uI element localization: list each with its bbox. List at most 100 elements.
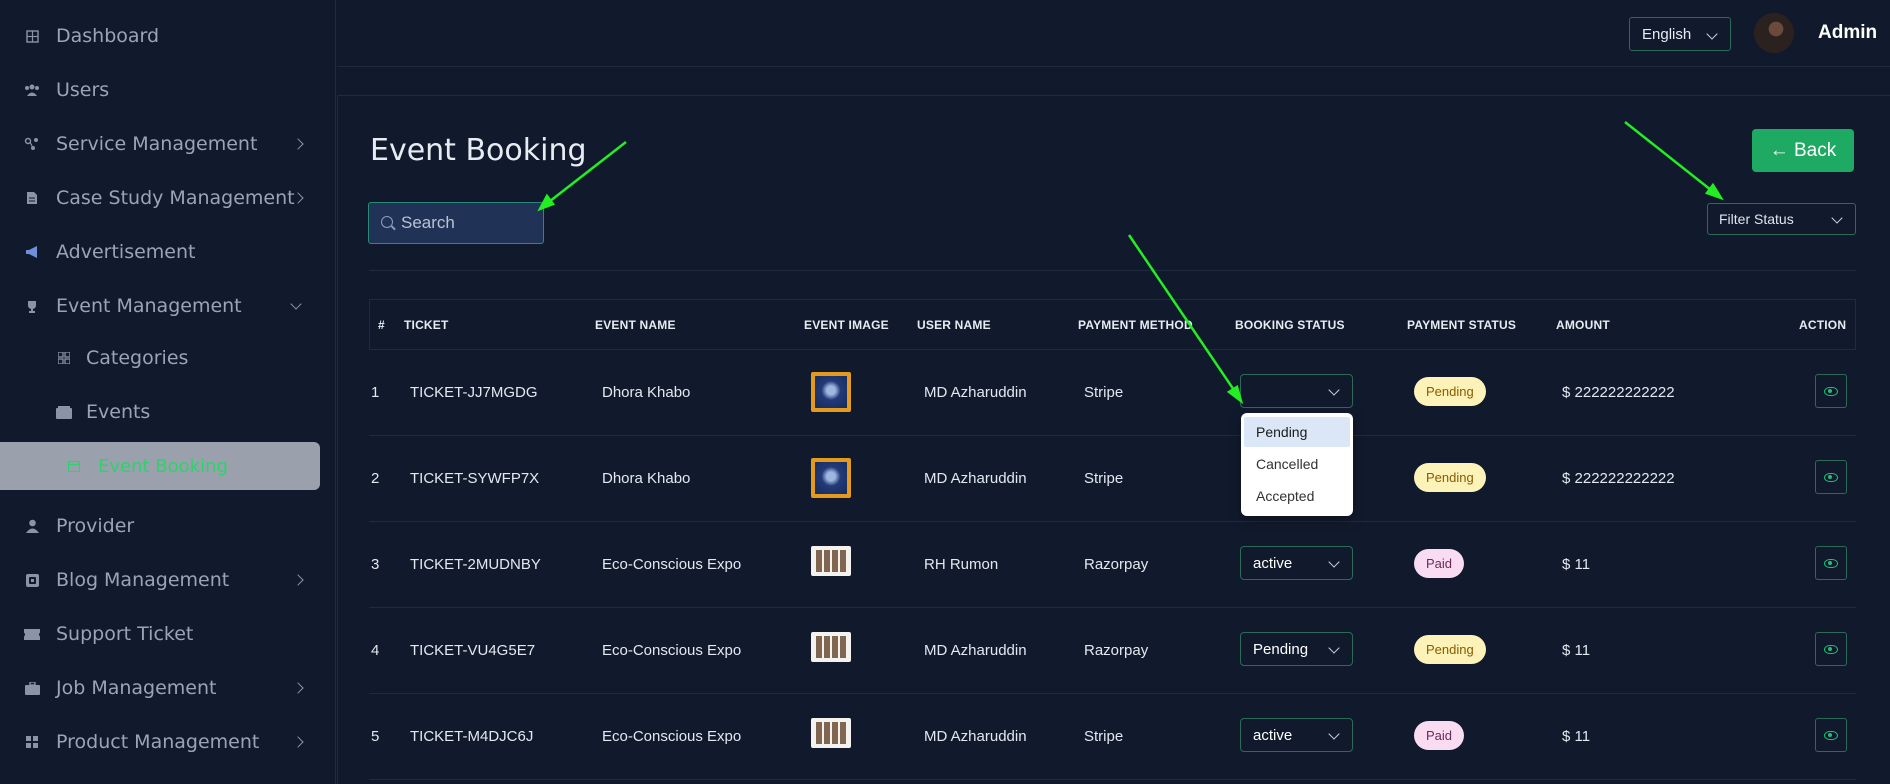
dashboard-icon	[24, 28, 40, 44]
sidebar-item-provider[interactable]: Provider	[0, 502, 336, 550]
language-value: English	[1642, 25, 1692, 43]
sidebar-item-events[interactable]: Events	[0, 388, 336, 436]
sidebar-item-label: Blog Management	[56, 569, 230, 591]
sidebar-item-label: Case Study Management	[56, 187, 295, 209]
sidebar-item-support-ticket[interactable]: Support Ticket	[0, 610, 336, 658]
chevron-right-icon	[292, 574, 304, 586]
sidebar-item-categories[interactable]: Categories	[0, 334, 336, 382]
payment-status-badge: Pending	[1414, 377, 1486, 406]
table-row: 2 TICKET-SYWFP7X Dhora Khabo MD Azharudd…	[369, 436, 1856, 522]
chevron-down-icon	[290, 298, 302, 310]
amount: $ 11	[1562, 728, 1591, 745]
sidebar-item-blog-management[interactable]: Blog Management	[0, 556, 336, 604]
search-box[interactable]	[368, 202, 544, 244]
sidebar-item-label: Event Booking	[98, 455, 228, 477]
sidebar-item-event-management[interactable]: Event Management	[0, 282, 336, 330]
column-header: PAYMENT STATUS	[1407, 318, 1517, 332]
user-name: MD Azharuddin	[924, 728, 1027, 745]
sidebar-item-label: Support Ticket	[56, 623, 194, 645]
chevron-down-icon	[1328, 384, 1340, 396]
filter-status-select[interactable]: Filter Status	[1707, 203, 1856, 235]
payment-status-badge: Paid	[1414, 721, 1465, 750]
eye-icon	[1824, 472, 1838, 482]
view-button[interactable]	[1815, 374, 1847, 408]
payment-method: Razorpay	[1084, 642, 1149, 659]
event-image	[811, 458, 851, 498]
sidebar-item-service-management[interactable]: Service Management	[0, 120, 336, 168]
table-row: 1 TICKET-JJ7MGDG Dhora Khabo MD Azharudd…	[369, 350, 1856, 436]
sidebar-item-label: Events	[86, 401, 151, 423]
ticket-id: TICKET-SYWFP7X	[410, 470, 540, 487]
services-icon	[24, 136, 40, 152]
chevron-down-icon	[1328, 642, 1340, 654]
booking-status-select[interactable]: Pending	[1240, 632, 1353, 666]
sidebar-item-label: Service Management	[56, 133, 258, 155]
sidebar-item-job-management[interactable]: Job Management	[0, 664, 336, 712]
booking-status-dropdown: Pending Cancelled Accepted	[1241, 413, 1353, 516]
column-header: EVENT IMAGE	[804, 318, 889, 332]
users-icon	[24, 82, 40, 98]
payment-method: Stripe	[1084, 728, 1124, 745]
column-header: ACTION	[1799, 318, 1847, 332]
payment-status-badge: Pending	[1414, 635, 1486, 664]
chevron-down-icon	[1706, 28, 1718, 40]
eye-icon	[1824, 730, 1838, 740]
booking-status-select[interactable]: active	[1240, 546, 1353, 580]
chevron-right-icon	[292, 138, 304, 150]
chevron-down-icon	[1328, 556, 1340, 568]
wallet-icon	[56, 404, 72, 420]
column-header: AMOUNT	[1556, 318, 1610, 332]
dropdown-option-accepted[interactable]: Accepted	[1244, 481, 1350, 511]
chevron-down-icon	[1328, 728, 1340, 740]
divider	[369, 270, 1856, 271]
view-button[interactable]	[1815, 718, 1847, 752]
ticket-icon	[24, 626, 40, 642]
sidebar-item-label: Advertisement	[56, 241, 196, 263]
row-number: 4	[371, 642, 380, 659]
event-image	[811, 546, 851, 576]
grid-icon	[56, 350, 72, 366]
booking-status-select[interactable]	[1240, 374, 1353, 408]
filter-status-label: Filter Status	[1719, 211, 1794, 227]
amount: $ 11	[1562, 642, 1591, 659]
language-select[interactable]: English	[1629, 17, 1731, 51]
sidebar-item-product-management[interactable]: Product Management	[0, 718, 336, 766]
event-image	[811, 632, 851, 662]
eye-icon	[1824, 386, 1838, 396]
calendar-icon	[66, 458, 82, 474]
column-header: PAYMENT METHOD	[1078, 318, 1193, 332]
back-button[interactable]: ← Back	[1752, 129, 1854, 172]
row-number: 1	[371, 384, 380, 401]
sidebar-item-event-booking[interactable]: Event Booking	[0, 442, 320, 490]
sidebar-item-users[interactable]: Users	[0, 66, 336, 114]
sidebar-item-dashboard[interactable]: Dashboard	[0, 12, 336, 60]
amount: $ 222222222222	[1562, 384, 1675, 401]
column-header: TICKET	[404, 318, 449, 332]
megaphone-icon	[24, 244, 40, 260]
search-input[interactable]	[401, 211, 536, 235]
view-button[interactable]	[1815, 460, 1847, 494]
dropdown-option-pending[interactable]: Pending	[1244, 417, 1350, 447]
ticket-id: TICKET-2MUDNBY	[410, 556, 541, 573]
event-name: Dhora Khabo	[602, 384, 691, 401]
event-name: Dhora Khabo	[602, 470, 691, 487]
view-button[interactable]	[1815, 546, 1847, 580]
booking-status-select[interactable]: active	[1240, 718, 1353, 752]
table-row: 3 TICKET-2MUDNBY Eco-Conscious Expo RH R…	[369, 522, 1856, 608]
view-button[interactable]	[1815, 632, 1847, 666]
user-name[interactable]: Admin	[1818, 22, 1877, 44]
amount: $ 11	[1562, 556, 1591, 573]
row-number: 5	[371, 728, 380, 745]
sidebar-item-advertisement[interactable]: Advertisement	[0, 228, 336, 276]
event-name: Eco-Conscious Expo	[602, 728, 742, 745]
avatar[interactable]	[1754, 13, 1794, 53]
event-image	[811, 718, 851, 748]
table-row: 4 TICKET-VU4G5E7 Eco-Conscious Expo MD A…	[369, 608, 1856, 694]
sidebar-item-case-study-management[interactable]: Case Study Management	[0, 174, 336, 222]
search-icon	[381, 216, 393, 228]
booking-status-value: Pending	[1253, 640, 1309, 658]
sidebar-item-label: Dashboard	[56, 25, 160, 47]
chevron-right-icon	[292, 682, 304, 694]
dropdown-option-cancelled[interactable]: Cancelled	[1244, 449, 1350, 479]
sidebar-item-label: Event Management	[56, 295, 242, 317]
